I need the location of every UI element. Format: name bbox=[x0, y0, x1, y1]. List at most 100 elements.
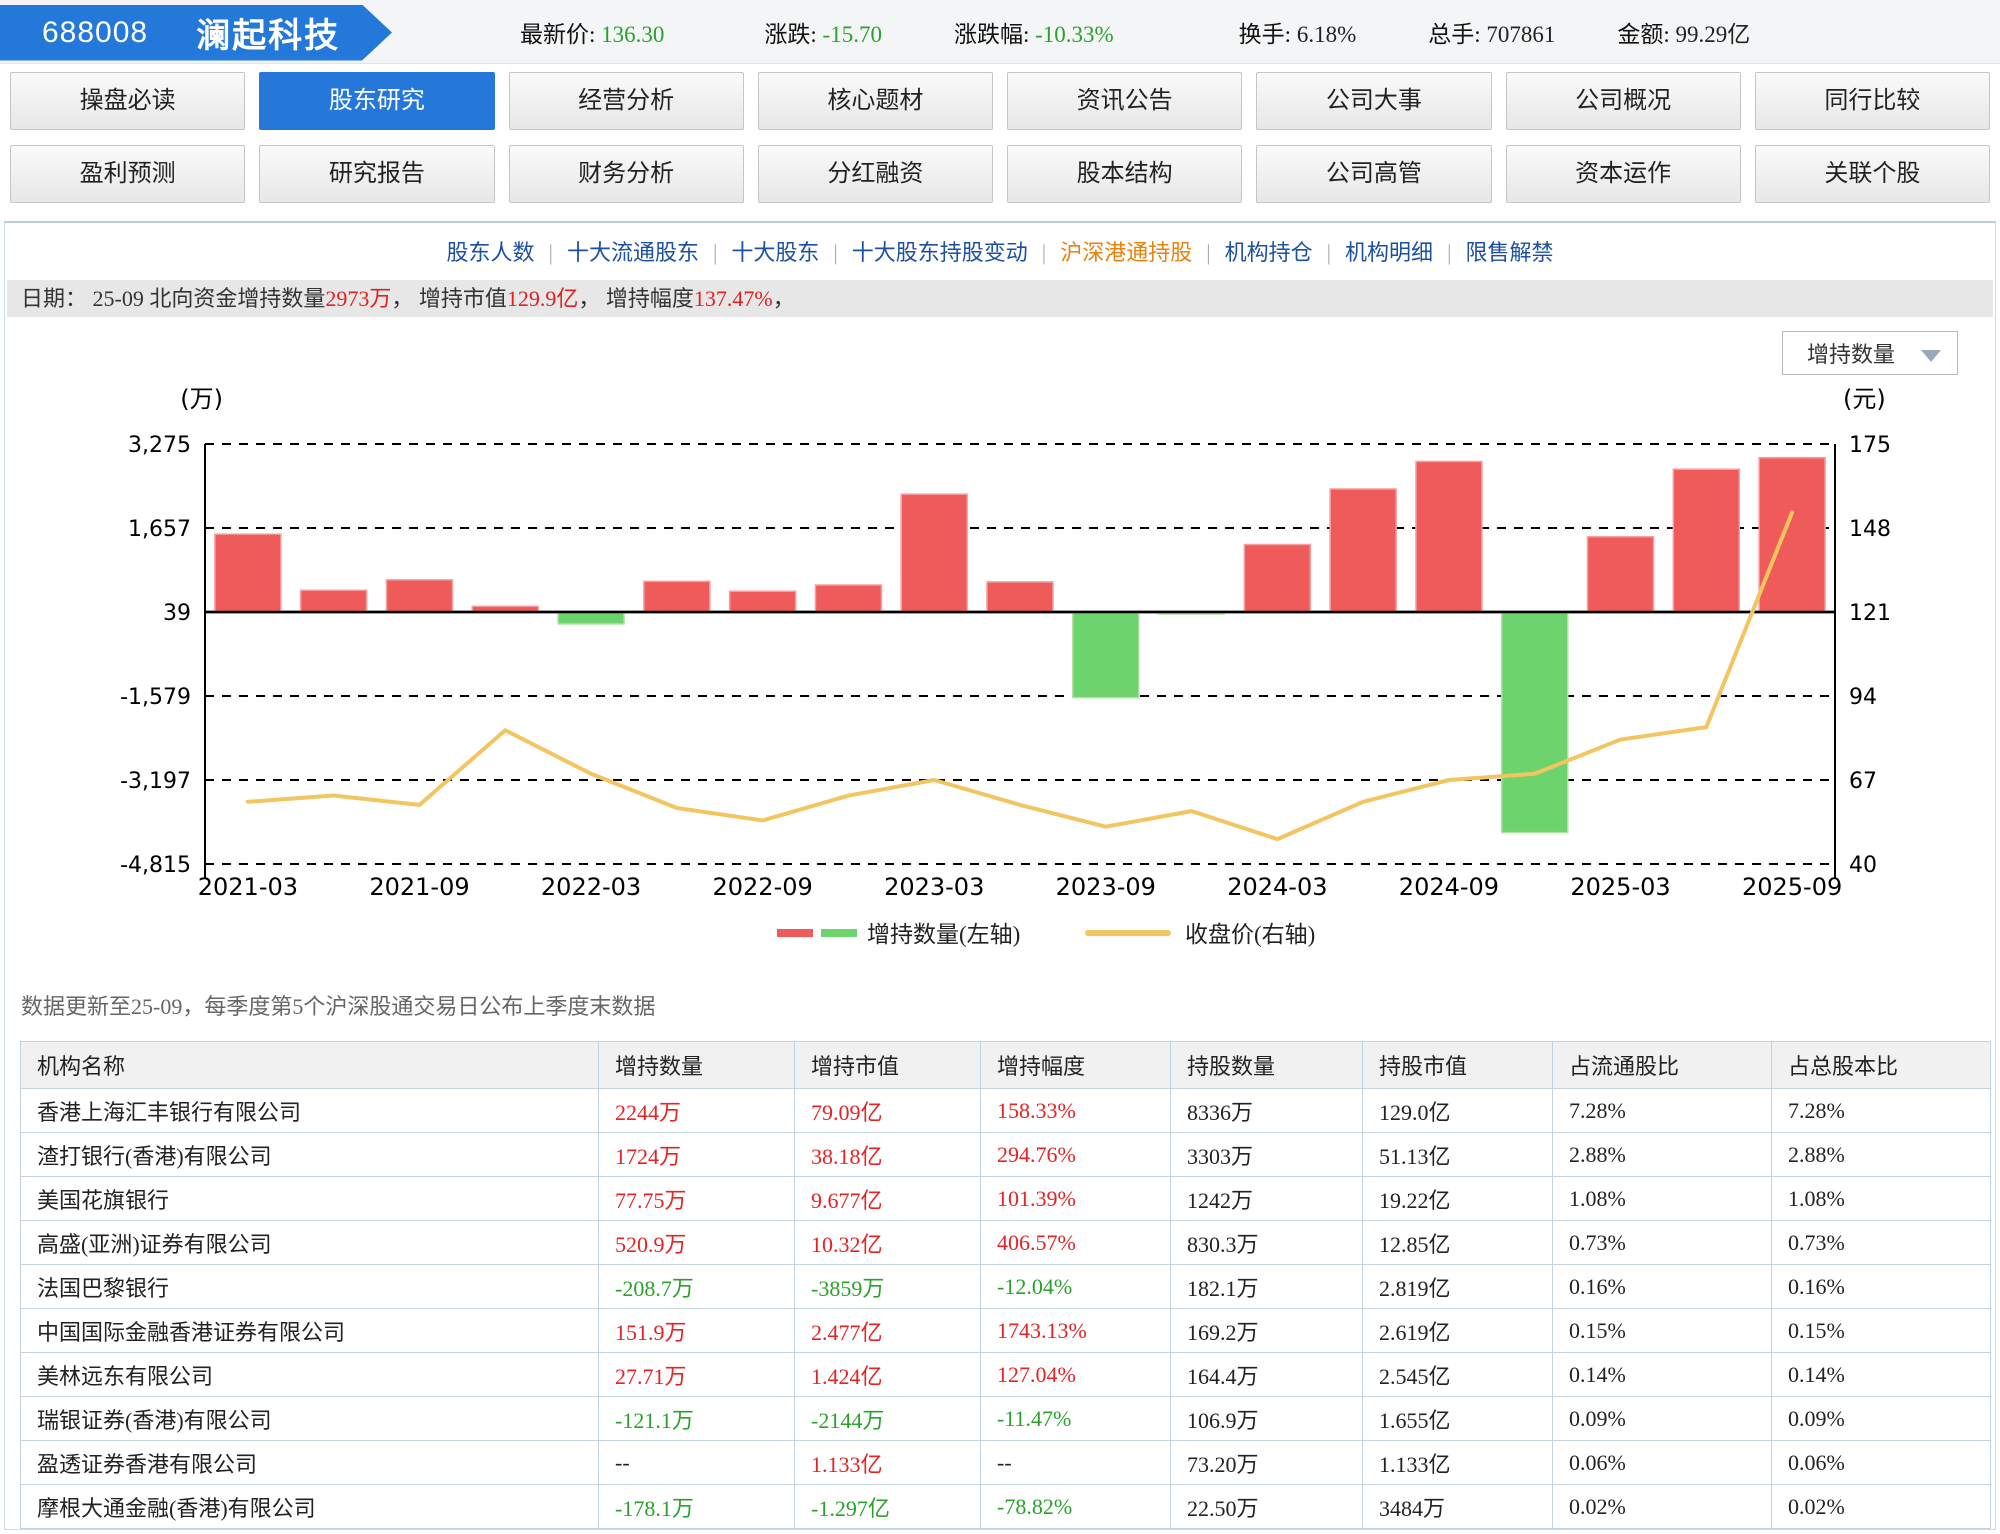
x-axis-label: 2022-03 bbox=[541, 873, 641, 901]
nav-tab-3[interactable]: 经营分析 bbox=[508, 72, 744, 130]
cell: 0.06% bbox=[1771, 1440, 1991, 1485]
legend-line-label: 收盘价(右轴) bbox=[1185, 922, 1315, 947]
nav-tab-7[interactable]: 公司概况 bbox=[1505, 72, 1741, 130]
cell: 1.424亿 bbox=[794, 1352, 981, 1397]
bar-2024-09 bbox=[1415, 460, 1483, 613]
nav-tab-10[interactable]: 研究报告 bbox=[259, 145, 495, 203]
nav-tab-6[interactable]: 公司大事 bbox=[1256, 72, 1492, 130]
bar-2023-06 bbox=[986, 581, 1054, 613]
info-text: ， 增持市值 bbox=[391, 286, 507, 311]
stat-item-1: 最新价: 136.30 bbox=[520, 15, 664, 49]
stock-name: 澜起科技 bbox=[196, 17, 341, 55]
institution-name: 中国国际金融香港证券有限公司 bbox=[20, 1308, 599, 1353]
cell: 10.32亿 bbox=[794, 1220, 981, 1265]
cell: 158.33% bbox=[980, 1088, 1171, 1133]
cell: 520.9万 bbox=[598, 1220, 795, 1265]
institutions-table: 机构名称 增持数量 增持市值 增持幅度 持股数量 持股市值 占流通股比 占总股本比 香港上海汇… bbox=[20, 1041, 1991, 1529]
nav-tab-1[interactable]: 操盘必读 bbox=[10, 72, 246, 130]
bar-2024-06 bbox=[1329, 488, 1397, 613]
cell: 169.2万 bbox=[1170, 1308, 1363, 1353]
nav-tab-2[interactable]: 股东研究 bbox=[259, 72, 495, 130]
separator: | bbox=[548, 240, 553, 265]
cell: 12.85亿 bbox=[1362, 1220, 1553, 1265]
table-row: 瑞银证券(香港)有限公司 -121.1万 -2144万 -11.47% 106.9万 1.… bbox=[20, 1396, 1991, 1441]
cell: 406.57% bbox=[980, 1220, 1171, 1265]
table-row: 法国巴黎银行 -208.7万 -3859万 -12.04% 182.1万 2.819亿 0.… bbox=[20, 1264, 1991, 1309]
subnav-item-1[interactable]: 股东人数 bbox=[447, 240, 535, 265]
col-header-7: 占流通股比 bbox=[1552, 1041, 1772, 1089]
bar-2025-03 bbox=[1586, 535, 1655, 613]
nav-tab-12[interactable]: 分红融资 bbox=[757, 145, 993, 203]
table-row: 渣打银行(香港)有限公司 1724万 38.18亿 294.76% 3303万 51.13… bbox=[20, 1132, 1991, 1177]
cell: 77.75万 bbox=[598, 1176, 795, 1221]
col-header-3: 增持市值 bbox=[794, 1041, 981, 1089]
metric-dropdown[interactable]: 增持数量 bbox=[1782, 331, 1958, 375]
cell: 1.133亿 bbox=[1362, 1440, 1553, 1485]
cell: 0.14% bbox=[1771, 1352, 1991, 1397]
stat-value: -15.70 bbox=[822, 21, 882, 47]
y-axis-right-label: 94 bbox=[1849, 685, 1877, 710]
col-header-6: 持股市值 bbox=[1362, 1041, 1553, 1089]
table-header-row: 机构名称 增持数量 增持市值 增持幅度 持股数量 持股市值 占流通股比 占总股本比 bbox=[20, 1041, 1991, 1089]
legend-bar-swatch-red bbox=[777, 929, 813, 937]
nav-tab-16[interactable]: 关联个股 bbox=[1754, 145, 1990, 203]
cell: 0.02% bbox=[1552, 1484, 1772, 1529]
cell: -178.1万 bbox=[598, 1484, 795, 1529]
bar-2025-06 bbox=[1672, 468, 1741, 613]
cell: -3859万 bbox=[794, 1264, 981, 1309]
cell: 1242万 bbox=[1170, 1176, 1363, 1221]
info-value: 2973万 bbox=[325, 286, 392, 311]
separator: | bbox=[1447, 240, 1452, 265]
table-row: 盈透证券香港有限公司 -- 1.133亿 -- 73.20万 1.133亿 0.06% 0.0… bbox=[20, 1440, 1991, 1485]
cell: 2244万 bbox=[598, 1088, 795, 1133]
cell: -11.47% bbox=[980, 1396, 1171, 1441]
nav-tab-13[interactable]: 股本结构 bbox=[1007, 145, 1243, 203]
cell: 830.3万 bbox=[1170, 1220, 1363, 1265]
stat-value: 99.29亿 bbox=[1675, 21, 1751, 47]
y-axis-left-label: -4,815 bbox=[120, 853, 191, 878]
stat-item-4: 换手: 6.18% bbox=[1239, 15, 1357, 49]
subnav-item-6[interactable]: 机构持仓 bbox=[1225, 240, 1313, 265]
info-text: 日期： 25-09 北向资金增持数量 bbox=[21, 286, 326, 311]
separator: | bbox=[1206, 240, 1211, 265]
cell: 151.9万 bbox=[598, 1308, 795, 1353]
bar-2022-06 bbox=[643, 580, 711, 613]
cell: 0.73% bbox=[1771, 1220, 1991, 1265]
stat-item-6: 金额: 99.29亿 bbox=[1617, 15, 1750, 49]
nav-tab-11[interactable]: 财务分析 bbox=[508, 145, 744, 203]
col-header-1: 机构名称 bbox=[20, 1041, 599, 1089]
stat-label: 总手: bbox=[1428, 21, 1487, 47]
left-axis-unit: (万) bbox=[180, 385, 223, 413]
cell: 9.677亿 bbox=[794, 1176, 981, 1221]
subnav-item-5[interactable]: 沪深港通持股 bbox=[1060, 240, 1192, 265]
metric-dropdown-value: 增持数量 bbox=[1807, 342, 1896, 367]
cell: 182.1万 bbox=[1170, 1264, 1363, 1309]
cell: 7.28% bbox=[1771, 1088, 1991, 1133]
stat-item-2: 涨跌: -15.70 bbox=[764, 15, 882, 49]
cell: -2144万 bbox=[794, 1396, 981, 1441]
cell: 0.09% bbox=[1552, 1396, 1772, 1441]
subnav-item-3[interactable]: 十大股东 bbox=[731, 240, 819, 265]
subnav-item-2[interactable]: 十大流通股东 bbox=[567, 240, 699, 265]
info-text: ， 增持幅度 bbox=[578, 286, 694, 311]
subnav-item-7[interactable]: 机构明细 bbox=[1345, 240, 1433, 265]
cell: 2.545亿 bbox=[1362, 1352, 1553, 1397]
nav-tab-5[interactable]: 资讯公告 bbox=[1007, 72, 1243, 130]
main-nav: 操盘必读 股东研究 经营分析 核心题材 资讯公告 公司大事 公司概况 同行比较盈利预测 研究报告… bbox=[0, 64, 2000, 221]
nav-tab-9[interactable]: 盈利预测 bbox=[10, 145, 246, 203]
nav-tab-14[interactable]: 公司高管 bbox=[1256, 145, 1492, 203]
institution-name: 美林远东有限公司 bbox=[20, 1352, 599, 1397]
cell: 0.15% bbox=[1552, 1308, 1772, 1353]
cell: 2.477亿 bbox=[794, 1308, 981, 1353]
cell: 8336万 bbox=[1170, 1088, 1363, 1133]
info-value: 137.47% bbox=[693, 286, 773, 311]
subnav-item-4[interactable]: 十大股东持股变动 bbox=[852, 240, 1028, 265]
subnav-item-8[interactable]: 限售解禁 bbox=[1465, 240, 1553, 265]
nav-tab-8[interactable]: 同行比较 bbox=[1754, 72, 1990, 130]
stat-label: 换手: bbox=[1238, 21, 1297, 47]
stat-item-5: 总手: 707861 bbox=[1428, 15, 1555, 49]
nav-tab-4[interactable]: 核心题材 bbox=[757, 72, 993, 130]
y-axis-right-label: 67 bbox=[1849, 769, 1877, 794]
stat-label: 金额: bbox=[1617, 21, 1676, 47]
nav-tab-15[interactable]: 资本运作 bbox=[1505, 145, 1741, 203]
